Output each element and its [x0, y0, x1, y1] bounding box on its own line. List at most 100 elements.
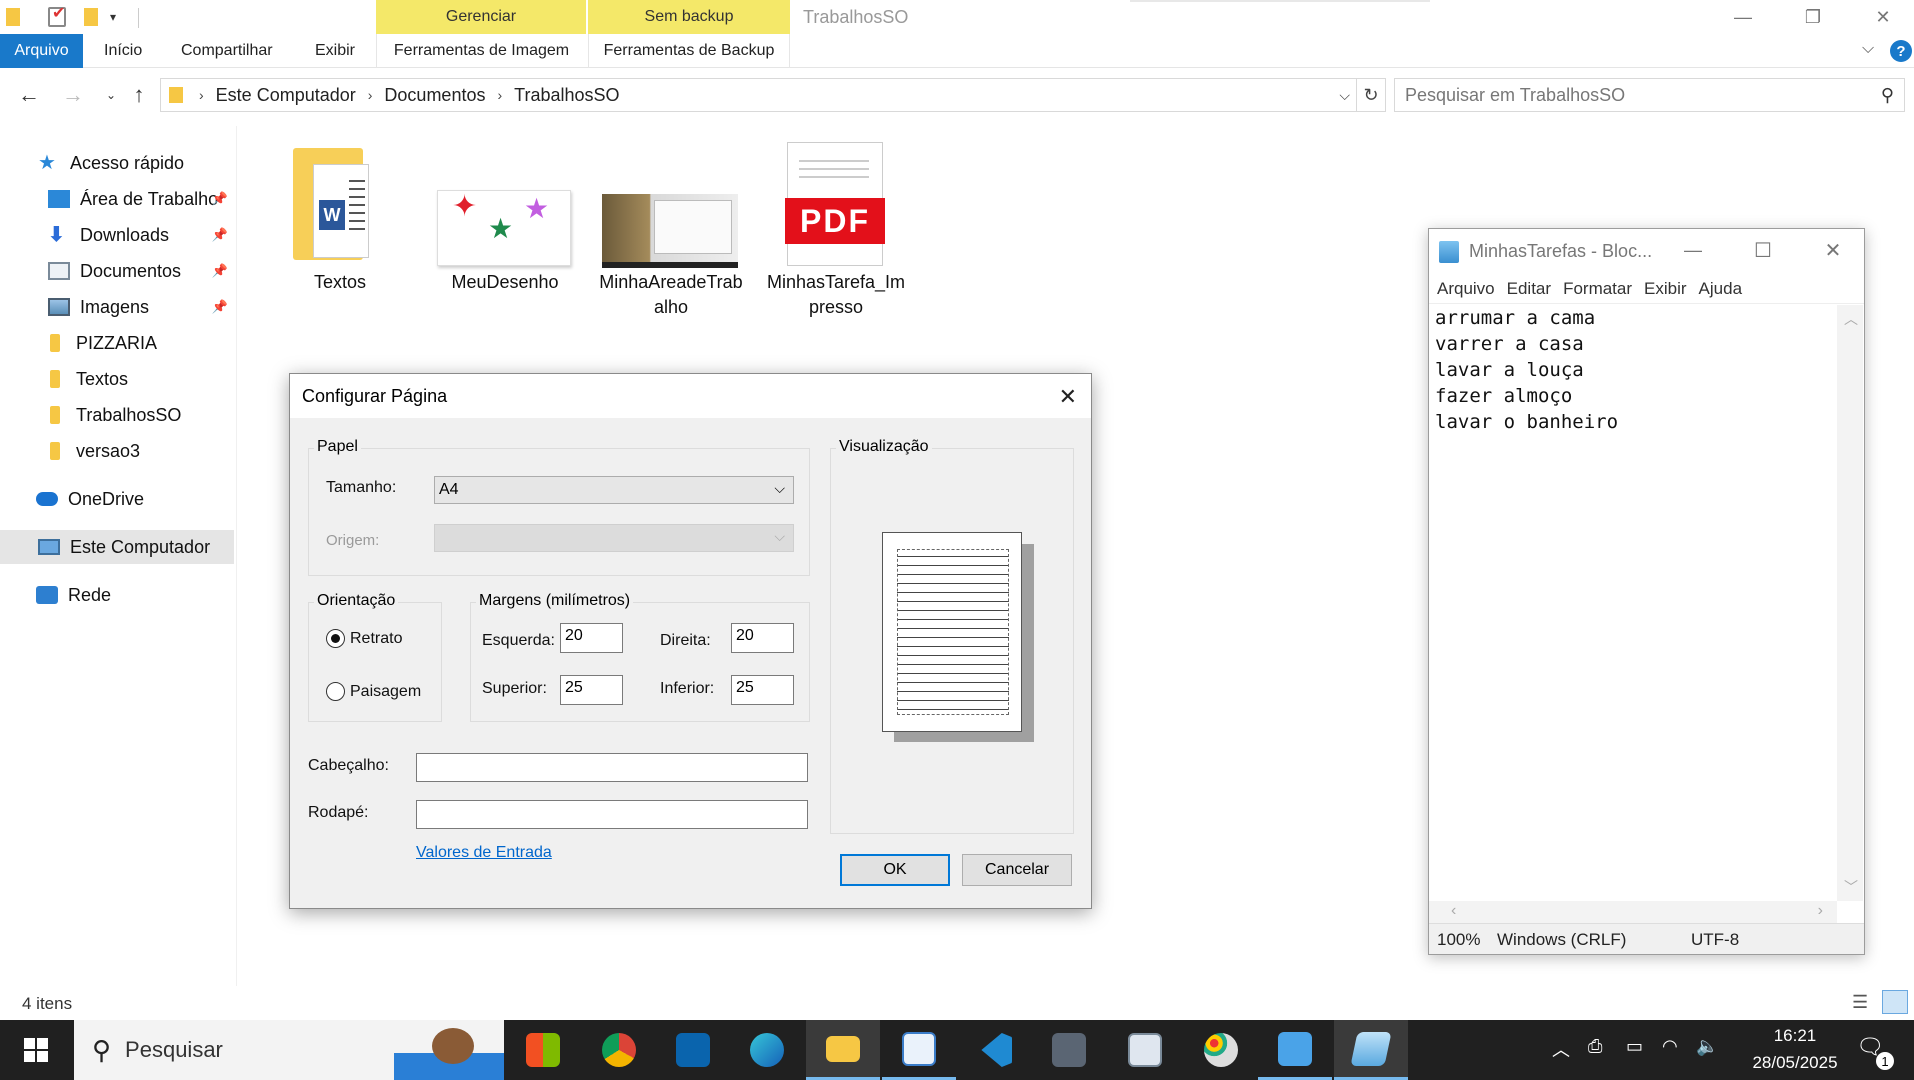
right-margin-input[interactable]: 20 [731, 623, 794, 653]
tab-inicio[interactable]: Início [94, 34, 152, 68]
file-item[interactable]: W Textos [255, 140, 425, 295]
tab-compartilhar[interactable]: Compartilhar [171, 34, 283, 68]
tab-exibir[interactable]: Exibir [305, 34, 365, 68]
taskbar-paint[interactable] [1184, 1020, 1258, 1080]
minimize-button[interactable]: — [1708, 0, 1778, 34]
nav-item-onedrive[interactable]: OneDrive [0, 482, 234, 516]
notepad-close-button[interactable]: ✕ [1813, 235, 1853, 265]
taskbar-outlook[interactable] [656, 1020, 730, 1080]
menu-exibir[interactable]: Exibir [1644, 279, 1687, 298]
back-button[interactable]: ← [14, 80, 44, 110]
taskbar-search-input[interactable]: ⚲ Pesquisar [74, 1020, 504, 1080]
taskbar-edge[interactable] [730, 1020, 804, 1080]
expand-ribbon-icon[interactable]: ⌵ [1862, 40, 1874, 58]
cancel-button[interactable]: Cancelar [962, 854, 1072, 886]
tab-ferramentas-imagem[interactable]: Ferramentas de Imagem [376, 34, 586, 68]
taskbar-file-explorer[interactable] [806, 1020, 880, 1080]
pin-icon[interactable]: 📌 [212, 299, 228, 315]
nav-item-pizzaria[interactable]: PIZZARIA [0, 326, 234, 360]
address-dropdown-icon[interactable]: ⌵ [1339, 87, 1350, 104]
taskbar-notepad[interactable] [1334, 1020, 1408, 1080]
start-button[interactable] [0, 1020, 72, 1080]
nav-item-trabalhosso[interactable]: TrabalhosSO [0, 398, 234, 432]
printer-icon[interactable]: ⎙ [1588, 1036, 1602, 1057]
notepad-minimize-button[interactable]: — [1673, 235, 1713, 265]
nav-item-rede[interactable]: Rede [0, 578, 234, 612]
properties-icon[interactable]: ✔ [48, 5, 66, 27]
horizontal-scrollbar[interactable]: ‹ › [1429, 901, 1837, 923]
breadcrumb-documentos[interactable]: Documentos [378, 85, 491, 106]
new-folder-icon[interactable] [84, 8, 98, 26]
bottom-margin-input[interactable]: 25 [731, 675, 794, 705]
nav-item-area-de-trabalho[interactable]: Área de Trabalho 📌 [0, 182, 234, 216]
taskbar-wordpad[interactable] [882, 1020, 956, 1080]
footer-input[interactable] [416, 800, 808, 829]
left-margin-input[interactable]: 20 [560, 623, 623, 653]
quick-access-dropdown-icon[interactable]: ▾ [110, 10, 116, 24]
paper-size-select[interactable]: A4 ⌵ [434, 476, 794, 504]
taskbar-task-manager[interactable] [1108, 1020, 1182, 1080]
tab-arquivo[interactable]: Arquivo [0, 34, 83, 68]
recent-locations-icon[interactable]: ⌄ [96, 80, 126, 110]
tab-ferramentas-backup[interactable]: Ferramentas de Backup [588, 34, 790, 68]
show-hidden-icons-icon[interactable]: ︿ [1552, 1036, 1570, 1062]
battery-icon[interactable]: ▭ [1626, 1036, 1643, 1057]
nav-item-textos[interactable]: Textos [0, 362, 234, 396]
pin-icon[interactable]: 📌 [212, 191, 228, 207]
clock-time[interactable]: 16:21 [1760, 1026, 1830, 1046]
notepad-text-area[interactable]: arrumar a cama varrer a casa lavar a lou… [1435, 305, 1835, 435]
large-icons-view-icon[interactable] [1882, 990, 1908, 1014]
wifi-icon[interactable]: ◠ [1662, 1036, 1678, 1057]
menu-formatar[interactable]: Formatar [1563, 279, 1632, 298]
refresh-button[interactable]: ↻ [1356, 78, 1386, 112]
vertical-scrollbar[interactable]: ︿ ﹀ [1837, 305, 1863, 901]
file-item[interactable]: ✦ ★ ★ MeuDesenho [420, 140, 590, 295]
dialog-close-icon[interactable]: ✕ [1059, 384, 1077, 410]
search-icon[interactable]: ⚲ [1881, 85, 1894, 106]
maximize-button[interactable]: ❐ [1778, 0, 1848, 34]
address-bar[interactable]: › Este Computador › Documentos › Trabalh… [160, 78, 1357, 112]
forward-button[interactable]: → [58, 80, 88, 110]
scroll-down-icon[interactable]: ﹀ [1844, 877, 1858, 897]
nav-item-imagens[interactable]: Imagens 📌 [0, 290, 234, 324]
nav-item-documentos[interactable]: Documentos 📌 [0, 254, 234, 288]
nav-item-acesso-rapido[interactable]: ★ Acesso rápido [0, 146, 234, 180]
landscape-label[interactable]: Paisagem [350, 683, 421, 701]
menu-editar[interactable]: Editar [1507, 279, 1551, 298]
breadcrumb-este-computador[interactable]: Este Computador [210, 85, 362, 106]
volume-muted-icon[interactable]: 🔈 [1696, 1036, 1718, 1057]
taskbar-chrome[interactable] [582, 1020, 656, 1080]
up-button[interactable]: ↑ [124, 80, 154, 110]
close-button[interactable]: ✕ [1848, 0, 1914, 34]
pin-icon[interactable]: 📌 [212, 263, 228, 279]
ok-button[interactable]: OK [840, 854, 950, 886]
scroll-up-icon[interactable]: ︿ [1844, 309, 1858, 329]
notepad-maximize-button[interactable]: ☐ [1743, 235, 1783, 265]
scroll-left-icon[interactable]: ‹ [1451, 902, 1456, 920]
scroll-right-icon[interactable]: › [1818, 902, 1823, 920]
paper-source-select[interactable]: ⌵ [434, 524, 794, 552]
portrait-label[interactable]: Retrato [350, 630, 402, 648]
help-icon[interactable]: ? [1890, 40, 1912, 62]
search-input[interactable]: Pesquisar em TrabalhosSO ⚲ [1394, 78, 1905, 112]
details-view-icon[interactable]: ☰ [1852, 992, 1868, 1013]
taskbar-vscode[interactable] [958, 1020, 1032, 1080]
file-item[interactable]: MinhaAreadeTrab alho [586, 140, 756, 320]
header-input[interactable] [416, 753, 808, 782]
nav-item-este-computador[interactable]: Este Computador [0, 530, 234, 564]
file-item[interactable]: PDF MinhasTarefa_Im presso [751, 140, 921, 320]
defaults-link[interactable]: Valores de Entrada [416, 844, 552, 862]
breadcrumb-trabalhosso[interactable]: TrabalhosSO [508, 85, 625, 106]
portrait-radio[interactable] [326, 629, 345, 648]
taskbar-control-panel[interactable] [1258, 1020, 1332, 1080]
nav-item-downloads[interactable]: ⬇ Downloads 📌 [0, 218, 234, 252]
top-margin-input[interactable]: 25 [560, 675, 623, 705]
menu-arquivo[interactable]: Arquivo [1437, 279, 1495, 298]
clock-date[interactable]: 28/05/2025 [1744, 1053, 1846, 1073]
menu-ajuda[interactable]: Ajuda [1699, 279, 1742, 298]
pin-icon[interactable]: 📌 [212, 227, 228, 243]
taskbar-store[interactable] [506, 1020, 580, 1080]
nav-item-versao3[interactable]: versao3 [0, 434, 234, 468]
landscape-radio[interactable] [326, 682, 345, 701]
taskbar-calculator[interactable] [1032, 1020, 1106, 1080]
